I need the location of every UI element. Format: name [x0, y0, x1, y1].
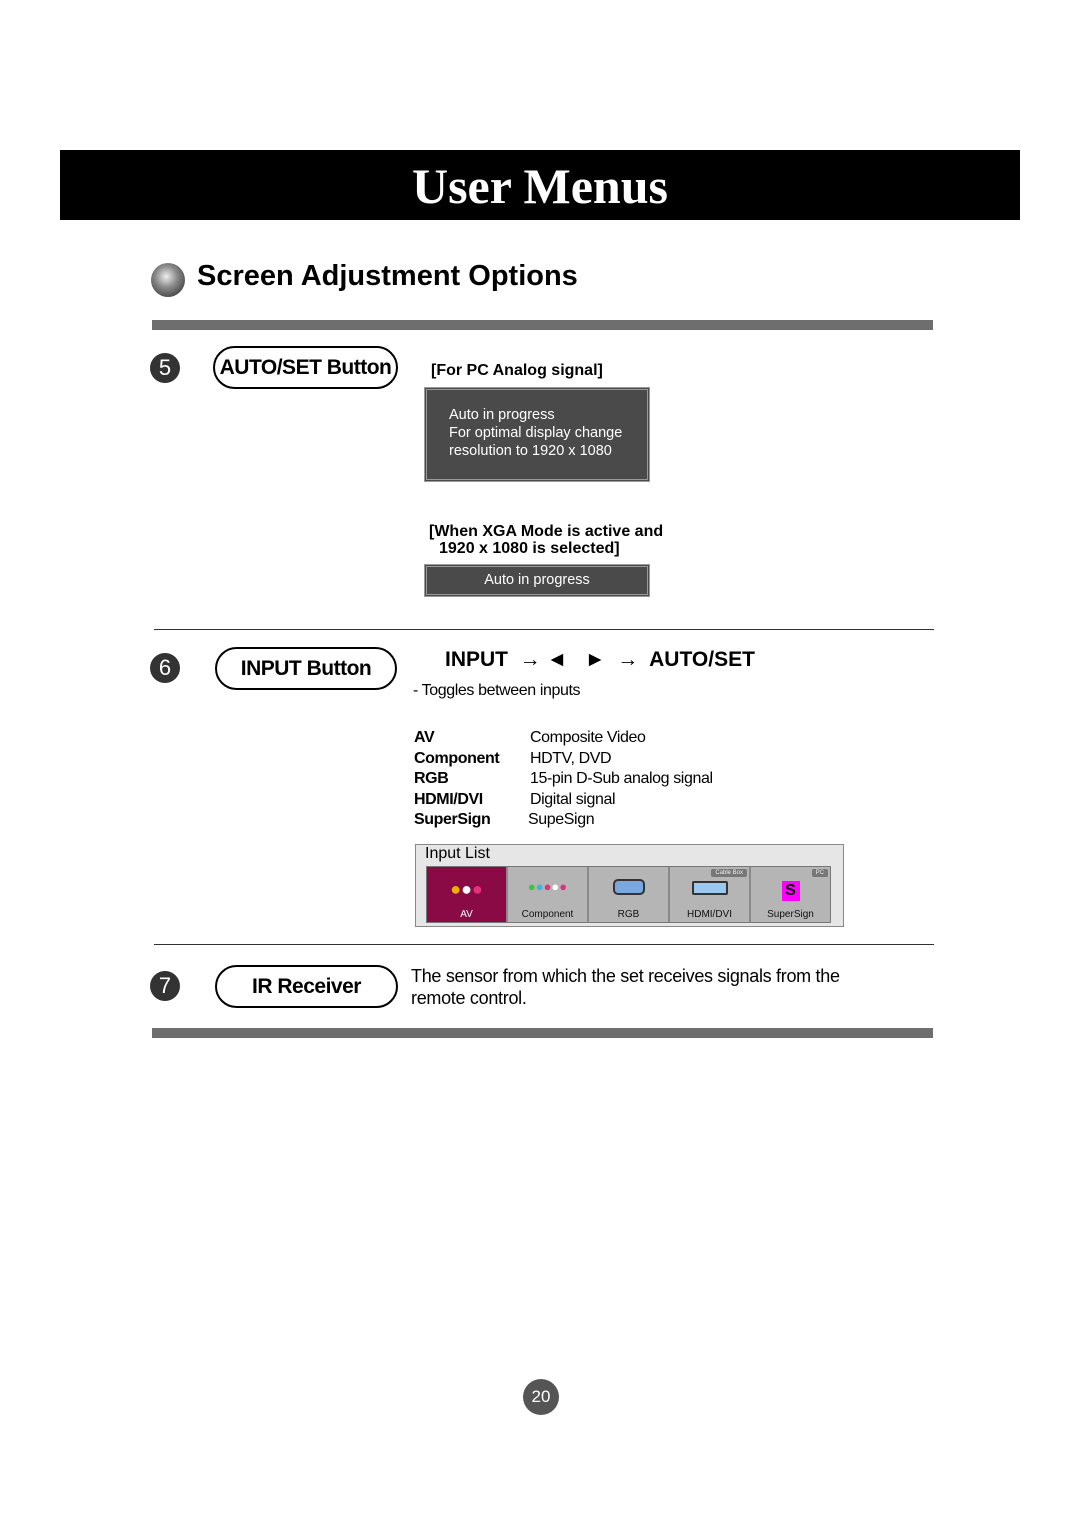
rca-3-icon: ●●● [450, 879, 483, 899]
input-list-title: Input List [425, 845, 490, 862]
toggle-note: - Toggles between inputs [413, 682, 581, 699]
input-name: Component [414, 749, 500, 767]
osd-line: resolution to 1920 x 1080 [449, 443, 612, 459]
input-name: SuperSign [414, 811, 491, 828]
osd-auto-message: Auto in progress For optimal display cha… [424, 387, 650, 482]
item-number-6: 6 [150, 653, 180, 683]
bullet-sphere-icon [151, 263, 185, 297]
input-tile-rgb[interactable]: RGB [589, 867, 670, 922]
input-sequence: INPUT → ◄ ► → AUTO/SET [445, 648, 755, 671]
input-desc: Composite Video [530, 729, 646, 746]
dsub-icon [589, 879, 668, 900]
divider [154, 944, 934, 945]
input-list-osd: Input List ●●● AV ●●●●● Component RGB Cabl… [415, 844, 844, 927]
page-banner: User Menus [60, 150, 1020, 220]
ir-receiver-label: IR Receiver [215, 965, 398, 1008]
input-desc: Digital signal [530, 790, 616, 808]
divider [152, 1028, 933, 1038]
tile-label: HDMI/DVI [687, 909, 732, 920]
xga-label: [When XGA Mode is active and [429, 523, 664, 540]
input-name: RGB [414, 770, 449, 787]
tile-label: AV [460, 909, 473, 920]
tile-label: SuperSign [767, 909, 814, 920]
hdmi-icon [670, 879, 749, 900]
autoset-button-label: AUTO/SET Button [213, 346, 398, 389]
item-number-5: 5 [150, 353, 180, 383]
pc-tag: PC [811, 869, 828, 877]
input-desc: HDTV, DVD [530, 749, 612, 767]
supersign-icon: S [751, 879, 830, 901]
item-number-7: 7 [150, 971, 180, 1001]
tile-label: Component [521, 909, 574, 920]
input-tile-component[interactable]: ●●●●● Component [508, 867, 589, 922]
pc-analog-label: [For PC Analog signal] [431, 362, 603, 379]
input-table: AV Composite Video Component HDTV, DVD RGB… [414, 728, 713, 831]
xga-label-2: 1920 x 1080 is selected] [439, 540, 620, 557]
divider [154, 629, 934, 630]
ir-text: remote control. [411, 988, 527, 1008]
divider [152, 320, 933, 330]
page-number: 20 [523, 1379, 559, 1415]
rca-5-icon: ●●●●● [527, 879, 568, 894]
osd-line: Auto in progress [449, 407, 555, 423]
input-tile-hdmi[interactable]: Cable Box HDMI/DVI [670, 867, 751, 922]
input-desc: SupeSign [528, 811, 595, 828]
input-tile-av[interactable]: ●●● AV [427, 867, 508, 922]
input-tile-supersign[interactable]: PC S SuperSign [751, 867, 830, 922]
osd-line: For optimal display change [449, 425, 623, 441]
ir-text: The sensor from which the set receives s… [411, 966, 840, 986]
tile-label: RGB [617, 909, 640, 920]
section-title: Screen Adjustment Options [197, 260, 578, 292]
input-button-label: INPUT Button [215, 647, 397, 690]
osd-auto-short: Auto in progress [424, 564, 650, 597]
cable-box-tag: Cable Box [711, 869, 747, 877]
input-name: AV [414, 729, 435, 746]
input-name: HDMI/DVI [414, 790, 483, 808]
ir-description: The sensor from which the set receives s… [411, 965, 840, 1009]
input-desc: 15-pin D-Sub analog signal [530, 770, 713, 787]
